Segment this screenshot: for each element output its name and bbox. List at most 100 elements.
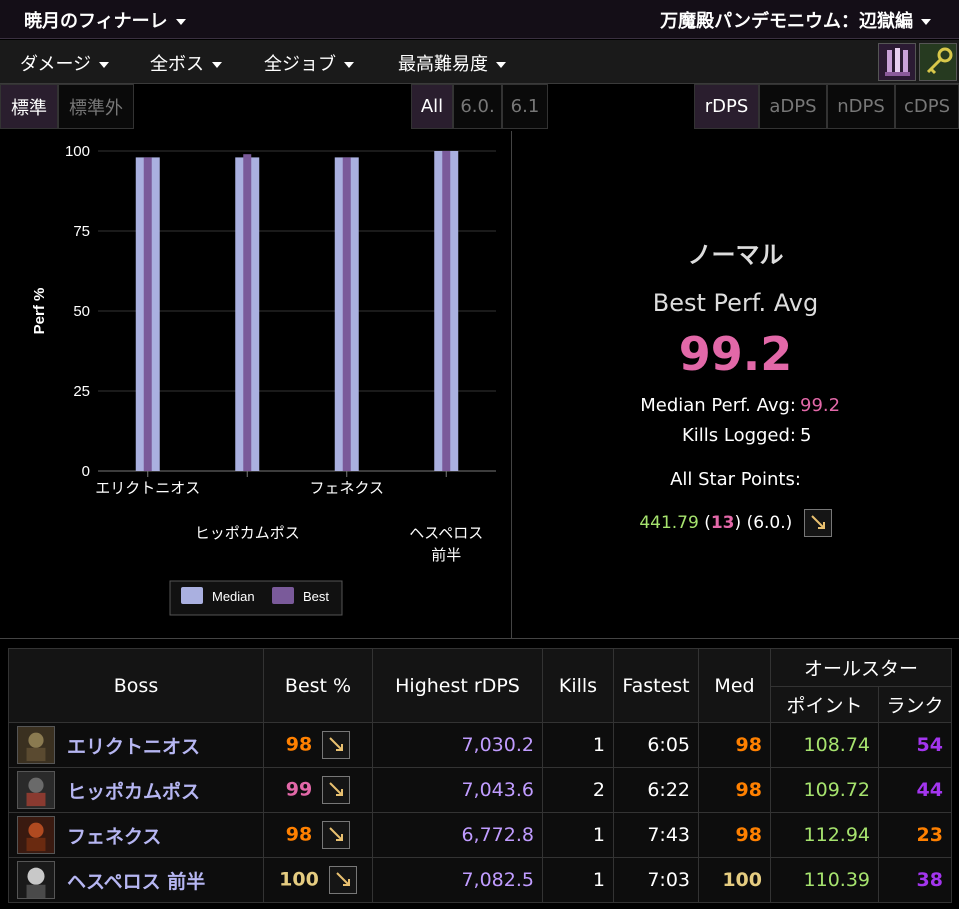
kills-logged-label: Kills Logged: xyxy=(681,425,796,446)
allstar-label: All Star Points: xyxy=(670,469,801,490)
metric-adps[interactable]: aDPS xyxy=(759,84,827,129)
legend-label-median: Median xyxy=(212,589,255,604)
x-category-label: フェネクス xyxy=(309,480,384,497)
chevron-down-icon xyxy=(496,62,506,68)
allstar-rank-cell: 23 xyxy=(878,812,952,858)
table-row[interactable]: フェネクス 98 6,772.8 1 7:43 98 112.94 23 xyxy=(8,812,952,858)
allstar-line: 441.79 (13) (6.0.) xyxy=(512,509,959,537)
allstar-points: 441.79 xyxy=(639,513,699,533)
median-perf-label: Median Perf. Avg: xyxy=(640,395,796,416)
raid-icon[interactable] xyxy=(878,43,916,81)
metric-ndps[interactable]: nDPS xyxy=(827,84,895,129)
col-points[interactable]: ポイント xyxy=(770,686,879,723)
boss-portrait-icon xyxy=(17,771,55,809)
filter-patch-all-label: All xyxy=(420,96,444,117)
col-boss[interactable]: Boss xyxy=(8,648,264,723)
best-percent: 100 xyxy=(279,868,319,891)
filter-non-standard[interactable]: 標準外 xyxy=(58,84,134,129)
fastest-time: 6:05 xyxy=(613,722,699,768)
filter-patch-6-1-label: 6.1 xyxy=(510,96,540,117)
bar-best xyxy=(143,157,152,471)
top-bar: 暁月のフィナーレ 万魔殿パンデモニウム：辺獄編 xyxy=(0,0,959,39)
boss-name[interactable]: フェネクス xyxy=(67,822,161,849)
highest-rdps: 6,772.8 xyxy=(372,812,543,858)
difficulty-title: ノーマル xyxy=(687,241,784,269)
col-kills[interactable]: Kills xyxy=(542,648,614,723)
col-rank[interactable]: ランク xyxy=(878,686,952,723)
legend-label-best: Best xyxy=(303,589,329,604)
kills-count: 1 xyxy=(542,812,614,858)
bar-best xyxy=(342,157,351,471)
median-percent: 100 xyxy=(698,857,771,903)
zone-dropdown[interactable]: 万魔殿パンデモニウム：辺獄編 xyxy=(660,7,931,33)
legend-swatch-best xyxy=(272,587,294,604)
median-perf-value: 99.2 xyxy=(800,395,841,416)
table-row[interactable]: エリクトニオス 98 7,030.2 1 6:05 98 108.74 54 xyxy=(8,722,952,768)
log-link-icon[interactable] xyxy=(322,776,351,804)
y-axis-label: Perf % xyxy=(31,288,48,335)
col-highest[interactable]: Highest rDPS xyxy=(372,648,543,723)
log-link-icon[interactable] xyxy=(322,821,351,849)
allstar-points-cell: 109.72 xyxy=(770,767,879,813)
job-dropdown[interactable]: 全ジョブ xyxy=(264,50,354,76)
key-icon[interactable] xyxy=(919,43,957,81)
metric-cdps[interactable]: cDPS xyxy=(895,84,959,129)
highest-rdps: 7,030.2 xyxy=(372,722,543,768)
x-category-label: エリクトニオス xyxy=(95,480,200,497)
col-fastest[interactable]: Fastest xyxy=(613,648,699,723)
boss-name[interactable]: ヒッポカムポス xyxy=(67,777,200,804)
chart-panel: Perf % 100 75 50 25 0 エリクトニオス ヒッポカムポス フェネクス ヘスペロス… xyxy=(0,131,512,639)
allstar-rank-cell: 54 xyxy=(878,722,952,768)
filter-non-standard-label: 標準外 xyxy=(69,97,123,119)
chevron-down-icon xyxy=(344,62,354,68)
kills-count: 2 xyxy=(542,767,614,813)
boss-dropdown-label: 全ボス xyxy=(150,54,204,75)
filter-patch-6-0-label: 6.0. xyxy=(460,96,495,117)
fastest-time: 7:43 xyxy=(613,812,699,858)
highest-rdps: 7,043.6 xyxy=(372,767,543,813)
col-med[interactable]: Med xyxy=(698,648,771,723)
boss-portrait-icon xyxy=(17,816,55,854)
best-percent: 98 xyxy=(285,823,313,846)
metric-rdps[interactable]: rDPS xyxy=(694,84,759,129)
summary-panel: ノーマル Best Perf. Avg 99.2 Median Perf. Av… xyxy=(512,131,959,639)
fastest-time: 6:22 xyxy=(613,767,699,813)
log-link-icon[interactable] xyxy=(803,509,832,537)
log-link-icon[interactable] xyxy=(322,731,351,759)
menu-bar: ダメージ 全ボス 全ジョブ 最高難易度 xyxy=(0,40,959,84)
filter-standard-label: 標準 xyxy=(11,97,47,119)
allstar-points-cell: 112.94 xyxy=(770,812,879,858)
kills-count: 1 xyxy=(542,857,614,903)
boss-name[interactable]: ヘスペロス 前半 xyxy=(67,867,205,894)
boss-dropdown[interactable]: 全ボス xyxy=(150,50,222,76)
allstar-rank: 13 xyxy=(710,513,735,533)
job-dropdown-label: 全ジョブ xyxy=(264,54,336,75)
metric-adps-label: aDPS xyxy=(769,96,817,117)
filter-patch-all[interactable]: All xyxy=(411,84,453,129)
log-link-icon[interactable] xyxy=(328,866,357,894)
col-allstar: オールスター xyxy=(770,648,952,687)
filter-patch-6-1[interactable]: 6.1 xyxy=(502,84,548,129)
expansion-dropdown[interactable]: 暁月のフィナーレ xyxy=(24,7,186,33)
perf-bar-chart: Perf % 100 75 50 25 0 エリクトニオスヒッポカムポス フェネクスヘスペロス… xyxy=(31,143,496,616)
allstar-points-cell: 110.39 xyxy=(770,857,879,903)
x-category-label: 前半 xyxy=(431,547,461,564)
bar-best xyxy=(442,151,451,471)
y-tick-label: 25 xyxy=(73,383,90,400)
col-best[interactable]: Best % xyxy=(263,648,373,723)
metric-dropdown[interactable]: ダメージ xyxy=(20,50,110,76)
filter-standard[interactable]: 標準 xyxy=(0,84,58,129)
table-row[interactable]: ヘスペロス 前半 100 7,082.5 1 7:03 100 110.39 3… xyxy=(8,857,952,903)
difficulty-dropdown-label: 最高難易度 xyxy=(398,54,488,75)
y-tick-label: 50 xyxy=(73,303,90,320)
boss-name[interactable]: エリクトニオス xyxy=(67,732,200,759)
best-percent: 99 xyxy=(285,778,313,801)
legend-swatch-median xyxy=(181,587,203,604)
metric-rdps-label: rDPS xyxy=(704,96,749,117)
filter-patch-6-0[interactable]: 6.0. xyxy=(453,84,502,129)
best-percent: 98 xyxy=(285,733,313,756)
table-row[interactable]: ヒッポカムポス 99 7,043.6 2 6:22 98 109.72 44 xyxy=(8,767,952,813)
difficulty-dropdown[interactable]: 最高難易度 xyxy=(398,50,506,76)
x-category-label: ヘスペロス xyxy=(409,525,483,542)
y-tick-label: 100 xyxy=(65,143,90,160)
